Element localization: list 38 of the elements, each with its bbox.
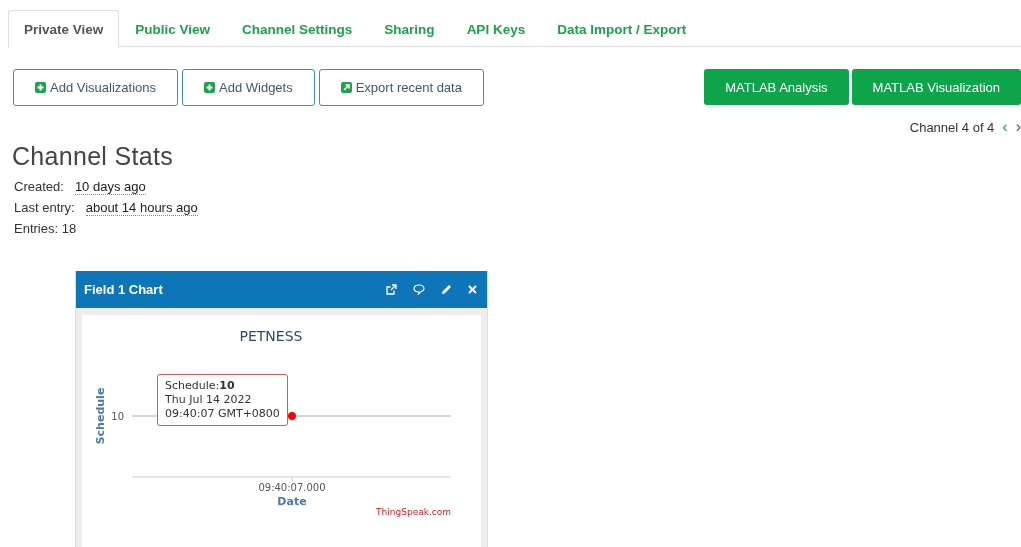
tick-label: 10 bbox=[111, 411, 124, 422]
chart-title: PETNESS bbox=[239, 328, 303, 344]
matlab-button[interactable]: MATLAB Analysis bbox=[704, 69, 849, 105]
stat-value: about 14 hours ago bbox=[85, 200, 198, 216]
stat-label: Last entry: bbox=[14, 200, 75, 216]
stat-label: Entries: 18 bbox=[14, 221, 77, 237]
add-button[interactable]: Add Visualizations bbox=[13, 69, 178, 106]
section-title: Channel Stats bbox=[12, 142, 174, 171]
channel-counter: Channel 4 of 4 bbox=[909, 119, 995, 135]
pencil-icon[interactable] bbox=[441, 284, 452, 295]
stat-label: Created: bbox=[14, 179, 64, 195]
tooltip-line: 09:40:07 GMT+0800 bbox=[165, 407, 280, 421]
next-link[interactable]: › bbox=[1015, 118, 1021, 136]
data-point bbox=[288, 412, 296, 420]
stat-value: 10 days ago bbox=[74, 179, 146, 195]
axis-title: Schedule bbox=[94, 387, 107, 445]
tab[interactable]: Data Import / Export bbox=[541, 10, 703, 47]
tab[interactable]: Channel Settings bbox=[226, 10, 369, 47]
previous-link[interactable]: ‹ bbox=[1002, 118, 1008, 136]
plus-icon bbox=[204, 82, 215, 93]
export-button[interactable]: Export recent data bbox=[318, 69, 484, 106]
tab[interactable]: Sharing bbox=[368, 10, 451, 47]
add-button[interactable]: Add Widgets bbox=[182, 69, 315, 106]
tooltip-line: Thu Jul 14 2022 bbox=[165, 393, 253, 407]
tab[interactable]: Private View bbox=[8, 10, 120, 48]
close-icon[interactable] bbox=[468, 285, 477, 294]
tooltip-line: Schedule:10 bbox=[165, 379, 236, 393]
axis-title: Date bbox=[277, 495, 307, 508]
external-link-icon bbox=[340, 82, 352, 93]
card-header: Field 1 Chart bbox=[76, 271, 487, 308]
matlab-button[interactable]: MATLAB Visualization bbox=[851, 69, 1021, 105]
tick-label: 09:40:07.000 bbox=[258, 482, 326, 493]
credit-link[interactable]: ThingSpeak.com bbox=[376, 507, 451, 517]
tab[interactable]: Public View bbox=[119, 10, 227, 47]
external-link-icon[interactable] bbox=[386, 284, 397, 295]
tab[interactable]: API Keys bbox=[450, 10, 542, 47]
comment-icon[interactable] bbox=[413, 284, 425, 295]
plus-icon bbox=[35, 82, 46, 93]
